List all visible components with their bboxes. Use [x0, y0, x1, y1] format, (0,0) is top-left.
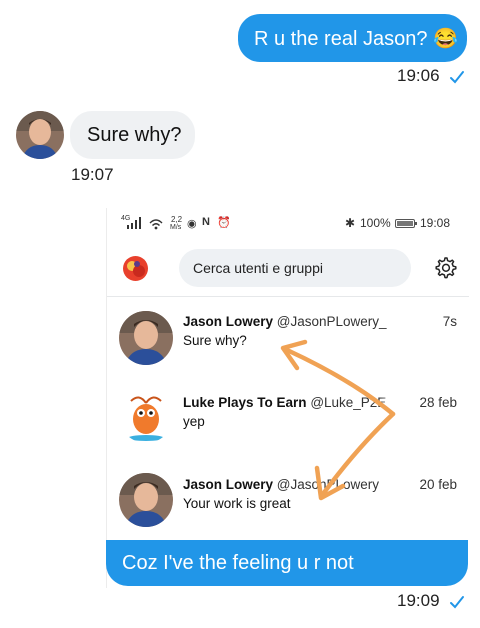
read-check-icon	[450, 596, 464, 609]
message-time: 19:07	[71, 165, 114, 184]
incoming-message[interactable]: Sure why?	[70, 111, 195, 159]
annotation-arrows	[280, 339, 396, 501]
message-time: 19:09	[397, 591, 440, 610]
message-text: Sure why?	[87, 123, 182, 146]
outgoing-message[interactable]: R u the real Jason? 😂	[238, 14, 467, 62]
outgoing-message[interactable]: Coz I've the feeling u r not	[106, 540, 468, 586]
attached-screenshot[interactable]: 4G 2,2 M/s ◉ N ⏰ ✱ 100% 19:08 Cerca uten…	[106, 208, 469, 588]
avatar[interactable]	[16, 111, 64, 159]
read-check-icon	[450, 71, 464, 84]
message-text: R u the real Jason? 😂	[254, 27, 458, 50]
message-time: 19:06	[397, 66, 440, 85]
message-text: Coz I've the feeling u r not	[122, 551, 354, 574]
